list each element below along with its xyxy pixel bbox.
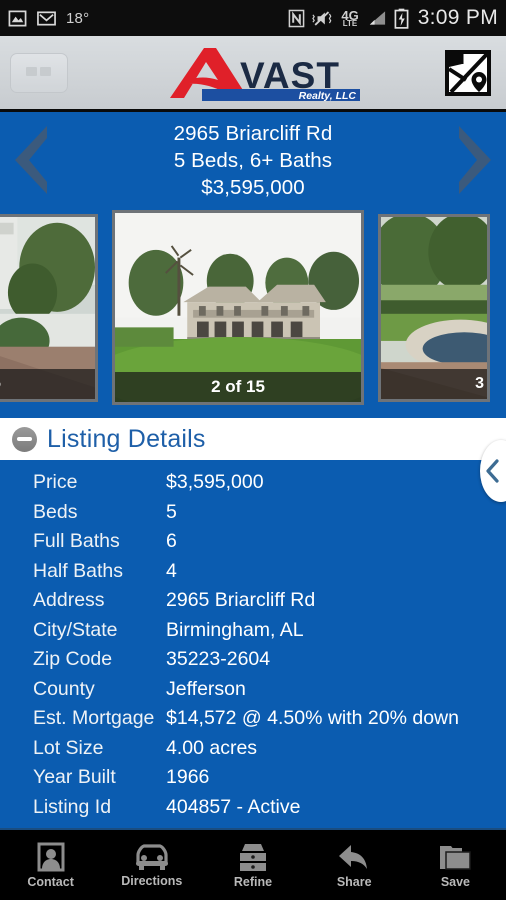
- clock-time: 3:09 PM: [417, 6, 498, 29]
- carousel-caption-next: 3: [381, 368, 487, 399]
- carousel-caption-previous: 5: [0, 368, 95, 399]
- detail-row: Address 2965 Briarcliff Rd: [0, 586, 506, 616]
- detail-label: Est. Mortgage: [33, 707, 155, 730]
- signal-bars-icon: [366, 9, 387, 27]
- detail-row: City/State Birmingham, AL: [0, 616, 506, 646]
- previous-listing-button[interactable]: [0, 124, 64, 196]
- detail-value: 4: [166, 559, 177, 582]
- contact-portrait-icon: [37, 842, 65, 871]
- status-bar-right: 4G LTE 3:09 PM: [288, 6, 498, 30]
- detail-row: County Jefferson: [0, 675, 506, 705]
- carousel-thumb-next[interactable]: 3: [378, 213, 490, 402]
- gallery-icon: [8, 9, 27, 28]
- listing-title-bar: 2965 Briarcliff Rd 5 Beds, 6+ Baths $3,5…: [0, 115, 506, 205]
- temperature-indicator: 18°: [66, 9, 90, 27]
- 4g-lte-icon: 4G LTE: [341, 9, 358, 28]
- listing-details-header[interactable]: Listing Details: [0, 418, 506, 460]
- map-button[interactable]: [440, 45, 496, 101]
- toolbar-label-save: Save: [440, 874, 471, 889]
- svg-text:Realty, LLC: Realty, LLC: [299, 90, 357, 102]
- detail-label: Beds: [33, 500, 78, 523]
- toolbar-label-directions: Directions: [121, 873, 183, 888]
- detail-value: $14,572 @ 4.50% with 20% down: [166, 707, 459, 730]
- carousel-thumb-previous[interactable]: 5: [0, 213, 98, 402]
- detail-value: 2965 Briarcliff Rd: [166, 589, 316, 612]
- detail-row: Half Baths 4: [0, 557, 506, 587]
- map-icon: [445, 49, 491, 96]
- toolbar-item-contact[interactable]: Contact: [0, 842, 101, 889]
- avast-realty-logo: VAST Realty, LLC VAST Realty, LLC: [144, 42, 364, 104]
- toolbar-item-save[interactable]: Save: [405, 842, 506, 889]
- toolbar-label-refine: Refine: [233, 874, 273, 889]
- detail-row: Price $3,595,000: [0, 468, 506, 498]
- chevron-right-icon: [459, 126, 491, 194]
- detail-label: City/State: [33, 618, 118, 641]
- detail-row: Full Baths 6: [0, 527, 506, 557]
- status-bar-left: 18°: [8, 9, 89, 28]
- bottom-toolbar: Contact Directions Refine Share Save: [0, 828, 506, 900]
- toolbar-item-share[interactable]: Share: [304, 842, 405, 889]
- toolbar-item-directions[interactable]: Directions: [101, 843, 202, 888]
- detail-row: Est. Mortgage $14,572 @ 4.50% with 20% do…: [0, 704, 506, 734]
- chevron-left-icon: [486, 459, 499, 483]
- toolbar-label-contact: Contact: [27, 874, 74, 889]
- next-listing-button[interactable]: [442, 124, 506, 196]
- detail-value: 5: [166, 500, 177, 523]
- detail-value: $3,595,000: [166, 471, 264, 494]
- detail-row: Lot Size 4.00 acres: [0, 734, 506, 764]
- listing-beds-baths: 5 Beds, 6+ Baths: [173, 148, 333, 172]
- detail-label: Lot Size: [33, 736, 104, 759]
- reply-arrow-icon: [339, 844, 368, 869]
- detail-value: Birmingham, AL: [166, 618, 304, 641]
- listing-detail-screen: 18° 4G LTE 3:09 PM VAST Realty, LLC 2965…: [0, 0, 506, 900]
- detail-row: Listing Id 404857 - Active: [0, 793, 506, 823]
- nfc-icon: [288, 9, 305, 28]
- detail-row: Year Built 1966: [0, 763, 506, 793]
- minus-circle-icon[interactable]: [12, 426, 37, 452]
- listing-price: $3,595,000: [201, 175, 305, 199]
- detail-value: 1966: [166, 766, 210, 789]
- battery-charging-icon: [394, 8, 409, 29]
- carousel-caption-current: 2 of 15: [115, 372, 361, 402]
- detail-value: 6: [166, 530, 177, 553]
- back-glyph-icon: [26, 66, 51, 76]
- detail-label: Address: [33, 589, 105, 612]
- drawers-icon: [240, 843, 266, 871]
- detail-row: Zip Code 35223-2604: [0, 645, 506, 675]
- folder-icon: [440, 845, 472, 870]
- detail-label: Half Baths: [33, 559, 123, 582]
- detail-value: Jefferson: [166, 677, 246, 700]
- app-header-bar: VAST Realty, LLC VAST Realty, LLC: [0, 36, 506, 112]
- back-button[interactable]: [10, 52, 68, 93]
- detail-row: Beds 5: [0, 498, 506, 528]
- detail-label: Year Built: [33, 766, 116, 789]
- gmail-icon: [37, 10, 56, 27]
- status-bar: 18° 4G LTE 3:09 PM: [0, 0, 506, 36]
- toolbar-label-share: Share: [336, 874, 372, 889]
- detail-value: 35223-2604: [166, 648, 271, 671]
- detail-value: 404857 - Active: [166, 795, 301, 818]
- car-icon: [135, 843, 168, 870]
- listing-details-list: Price $3,595,000 Beds 5 Full Baths 6 Half Bath…: [0, 460, 506, 828]
- detail-label: Full Baths: [33, 530, 120, 553]
- listing-summary: 2965 Briarcliff Rd 5 Beds, 6+ Baths $3,5…: [64, 120, 442, 201]
- detail-label: County: [33, 677, 95, 700]
- chevron-left-icon: [15, 126, 47, 194]
- vibrate-mute-icon: [312, 9, 334, 28]
- listing-address: 2965 Briarcliff Rd: [173, 121, 333, 145]
- detail-label: Zip Code: [33, 648, 113, 671]
- detail-value: 4.00 acres: [166, 736, 258, 759]
- detail-label: Listing Id: [33, 795, 112, 818]
- carousel-thumb-current[interactable]: 2 of 15: [112, 210, 364, 405]
- section-title: Listing Details: [47, 424, 206, 453]
- detail-label: Price: [33, 471, 78, 494]
- photo-carousel[interactable]: 5: [0, 205, 506, 410]
- toolbar-item-refine[interactable]: Refine: [202, 842, 303, 889]
- network-sub-label: LTE: [342, 18, 358, 28]
